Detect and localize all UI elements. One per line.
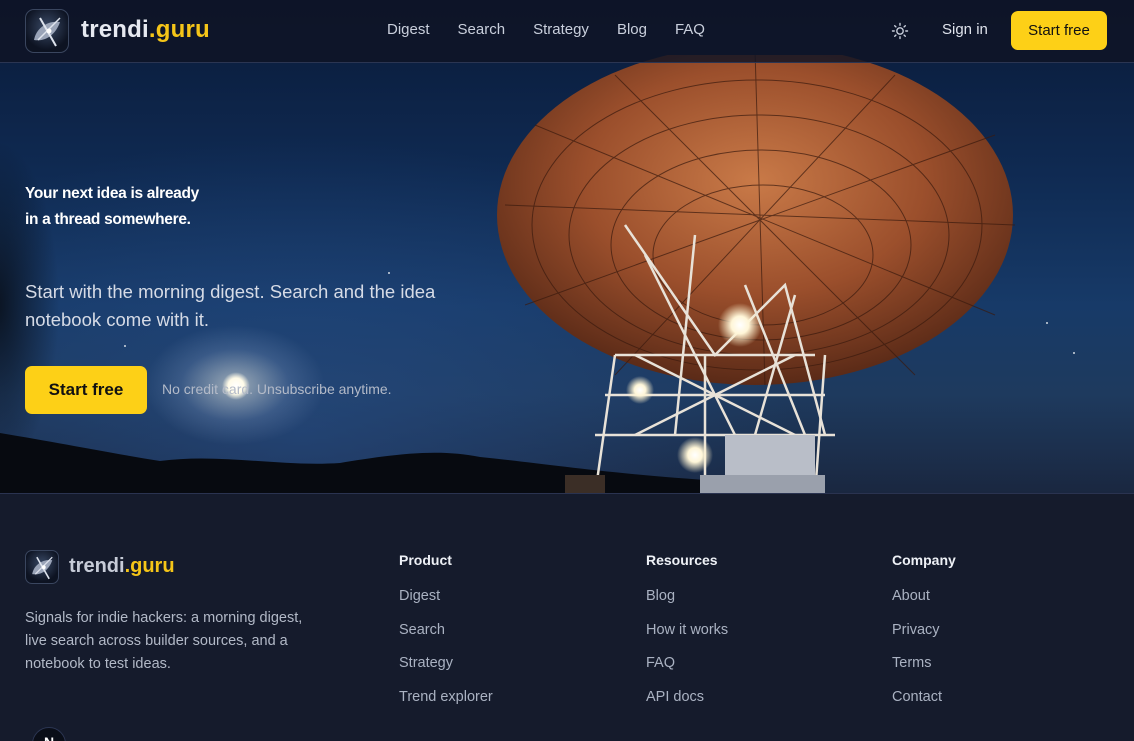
footer-column-title: Resources [646, 552, 718, 568]
footer-column-resources: Resources Blog How it works FAQ API docs [646, 552, 728, 722]
footer-column-company: Company About Privacy Terms Contact [892, 552, 956, 722]
footer-brand-part2: .guru [124, 555, 175, 577]
footer-link-faq[interactable]: FAQ [646, 655, 728, 689]
hero-subtitle: Start with the morning digest. Search an… [25, 281, 436, 330]
footer-link-privacy[interactable]: Privacy [892, 622, 956, 656]
footer-link-trend-explorer[interactable]: Trend explorer [399, 689, 493, 723]
footer: trendi.guru Signals for indie hackers: a… [0, 495, 1134, 741]
avatar[interactable]: N [32, 727, 66, 741]
footer-link-strategy[interactable]: Strategy [399, 655, 493, 689]
hero-section [0, 0, 1134, 494]
footer-column-product: Product Digest Search Strategy Trend exp… [399, 552, 493, 722]
hero-start-free-button[interactable]: Start free [25, 366, 147, 414]
star [124, 345, 126, 347]
footer-link-search[interactable]: Search [399, 622, 493, 656]
hero-note: No credit card. Unsubscribe anytime. [162, 381, 392, 397]
footer-brand-part1: trendi [69, 555, 125, 577]
star [1046, 322, 1048, 324]
hero-title: Your next idea is already in a thread so… [25, 185, 199, 228]
brand-part2: .guru [148, 16, 210, 43]
nav-links: Digest Search Strategy Blog FAQ [387, 21, 705, 38]
footer-description: Signals for indie hackers: a morning dig… [25, 610, 303, 672]
nav-link-search[interactable]: Search [458, 21, 506, 38]
radio-telescope-image [497, 55, 1016, 493]
footer-link-contact[interactable]: Contact [892, 689, 956, 723]
star [388, 272, 390, 274]
footer-link-api-docs[interactable]: API docs [646, 689, 728, 723]
footer-link-digest[interactable]: Digest [399, 588, 493, 622]
sign-in-link[interactable]: Sign in [942, 21, 988, 38]
footer-link-terms[interactable]: Terms [892, 655, 956, 689]
logo-icon[interactable] [25, 9, 69, 53]
top-navbar: trendi.guru Digest Search Strategy Blog … [0, 0, 1134, 63]
footer-logo-icon[interactable] [25, 550, 59, 584]
footer-column-title: Product [399, 552, 452, 568]
nav-start-free-button[interactable]: Start free [1011, 11, 1107, 50]
star [1073, 352, 1075, 354]
nav-link-strategy[interactable]: Strategy [533, 21, 589, 38]
footer-link-blog[interactable]: Blog [646, 588, 728, 622]
sun-icon [891, 22, 909, 40]
footer-column-title: Company [892, 552, 956, 568]
footer-brand-name[interactable]: trendi.guru [69, 555, 175, 578]
brand-part1: trendi [81, 16, 149, 43]
footer-link-how-it-works[interactable]: How it works [646, 622, 728, 656]
footer-link-about[interactable]: About [892, 588, 956, 622]
nav-link-blog[interactable]: Blog [617, 21, 647, 38]
theme-toggle-button[interactable] [890, 21, 910, 41]
brand-name[interactable]: trendi.guru [81, 16, 210, 44]
nav-link-digest[interactable]: Digest [387, 21, 430, 38]
nav-link-faq[interactable]: FAQ [675, 21, 705, 38]
